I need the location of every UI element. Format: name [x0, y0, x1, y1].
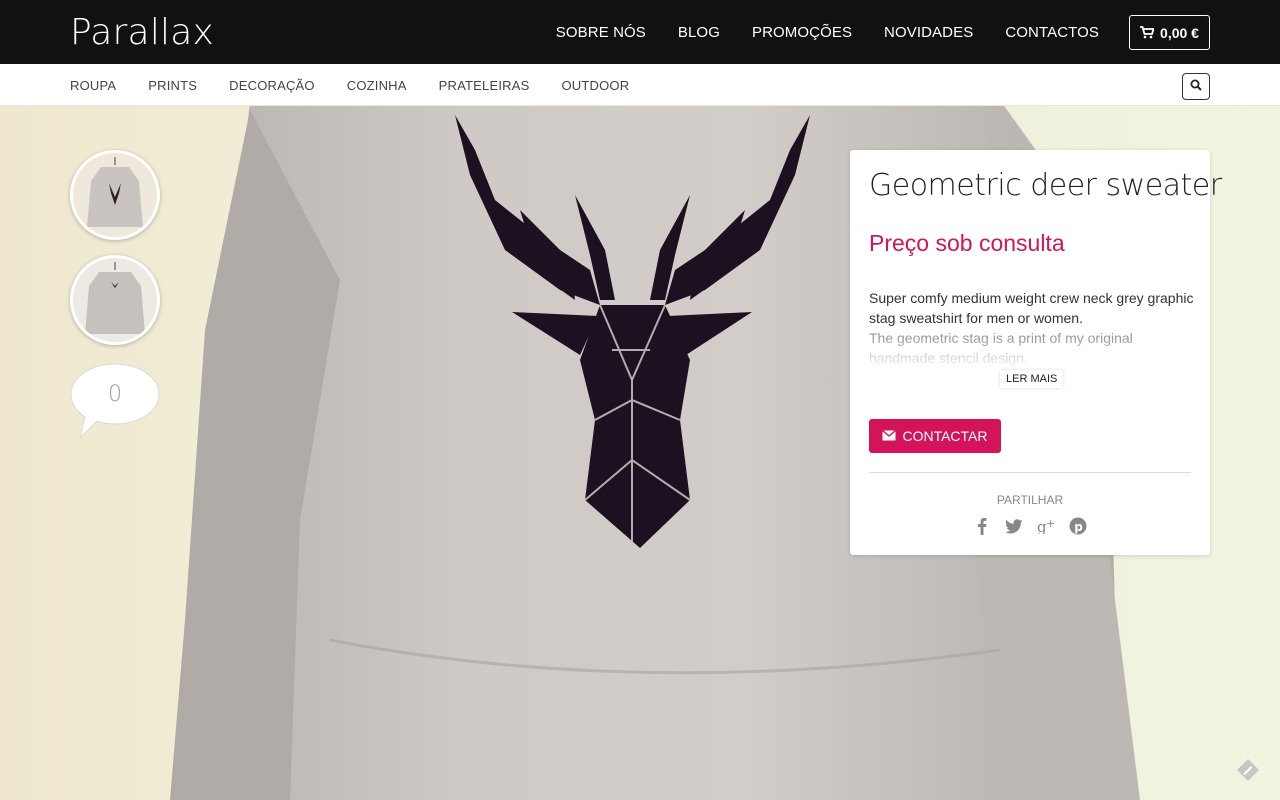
- share-label: PARTILHAR: [996, 493, 1064, 507]
- divider: [869, 472, 1191, 473]
- comments-count: 0: [108, 382, 122, 407]
- sweater-front-thumbnail: [73, 153, 157, 237]
- category-navbar: ROUPA PRINTS DECORAÇÃO COZINHA PRATELEIR…: [0, 64, 1280, 106]
- read-more-button[interactable]: LER MAIS: [1000, 370, 1064, 388]
- svg-text:+: +: [1046, 518, 1055, 530]
- category-cozinha[interactable]: COZINHA: [347, 78, 407, 93]
- category-prateleiras[interactable]: PRATELEIRAS: [439, 78, 530, 93]
- pencil-edit-icon[interactable]: [1236, 758, 1260, 782]
- category-decoracao[interactable]: DECORAÇÃO: [229, 78, 315, 93]
- product-panel: Geometric deer sweater Preço sob consult…: [850, 150, 1222, 555]
- search-icon: [1190, 78, 1202, 96]
- category-roupa[interactable]: ROUPA: [70, 78, 116, 93]
- facebook-icon[interactable]: [973, 515, 991, 537]
- site-logo[interactable]: Parallax: [70, 12, 214, 53]
- category-prints[interactable]: PRINTS: [148, 78, 197, 93]
- cart-total: 0,00 €: [1160, 24, 1199, 41]
- google-plus-icon[interactable]: g +: [1037, 515, 1055, 537]
- nav-item-novidades[interactable]: NOVIDADES: [884, 24, 973, 41]
- shopping-cart-icon: [1140, 26, 1155, 39]
- comments-bubble[interactable]: 0: [70, 362, 160, 442]
- svg-text:p: p: [1074, 520, 1083, 534]
- contact-button-label: CONTACTAR: [902, 428, 988, 444]
- twitter-icon[interactable]: [1005, 515, 1023, 537]
- thumbnail-front[interactable]: [70, 150, 160, 240]
- description-fade: [869, 338, 1194, 370]
- nav-item-contactos[interactable]: CONTACTOS: [1005, 24, 1099, 41]
- share-icons: g + p: [850, 515, 1210, 537]
- category-outdoor[interactable]: OUTDOOR: [561, 78, 629, 93]
- product-price: Preço sob consulta: [869, 230, 1065, 256]
- pinterest-icon[interactable]: p: [1069, 515, 1087, 537]
- sweater-back-thumbnail: [73, 258, 157, 342]
- contact-button[interactable]: CONTACTAR: [869, 419, 1001, 453]
- main-nav: SOBRE NÓS BLOG PROMOÇÕES NOVIDADES CONTA…: [524, 0, 1099, 64]
- nav-item-blog[interactable]: BLOG: [678, 24, 720, 41]
- product-title: Geometric deer sweater: [869, 168, 1222, 203]
- search-button[interactable]: [1182, 73, 1210, 100]
- category-nav: ROUPA PRINTS DECORAÇÃO COZINHA PRATELEIR…: [70, 64, 661, 106]
- nav-item-promocoes[interactable]: PROMOÇÕES: [752, 24, 852, 41]
- product-description: Super comfy medium weight crew neck grey…: [869, 290, 1194, 326]
- cart-button[interactable]: 0,00 €: [1129, 15, 1210, 50]
- nav-item-sobre-nos[interactable]: SOBRE NÓS: [556, 24, 646, 41]
- envelope-icon: [882, 428, 897, 444]
- top-navbar: Parallax SOBRE NÓS BLOG PROMOÇÕES NOVIDA…: [0, 0, 1280, 64]
- thumbnail-back[interactable]: [70, 255, 160, 345]
